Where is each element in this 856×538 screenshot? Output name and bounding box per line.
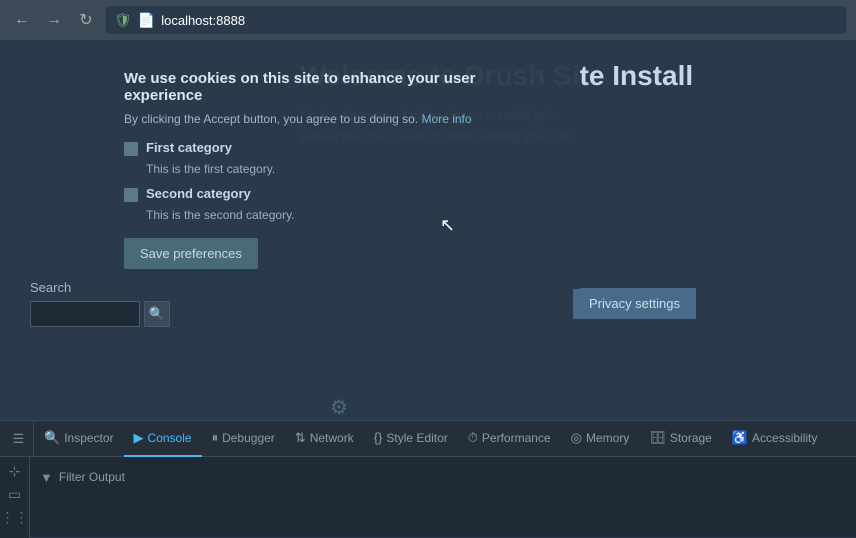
- devtools-content: ⊹ ▭ ⋮⋮ ▼ Filter Output: [0, 457, 856, 538]
- save-preferences-button[interactable]: Save preferences: [124, 238, 258, 269]
- first-category-row: First category: [124, 140, 556, 156]
- tab-inspector[interactable]: 🔍 Inspector: [34, 421, 124, 457]
- dt-more-icon[interactable]: ⋮⋮: [1, 509, 29, 526]
- console-icon: ▶: [134, 430, 144, 446]
- tab-performance[interactable]: ⏱ Performance: [458, 421, 561, 457]
- inspector-icon: 🔍: [44, 430, 60, 446]
- tab-console[interactable]: ▶ Console: [124, 421, 202, 457]
- gear-icon-area: ⚙: [330, 395, 348, 420]
- browser-chrome: ← → ↻ 🛡 📄 localhost:8888: [0, 0, 856, 40]
- devtools-left-panel: ⊹ ▭ ⋮⋮: [0, 457, 30, 538]
- second-category-row: Second category: [124, 186, 556, 202]
- tab-accessibility[interactable]: ♿ Accessibility: [722, 421, 828, 457]
- page-icon: 📄: [138, 12, 155, 29]
- forward-button[interactable]: →: [42, 8, 66, 32]
- tab-style-editor[interactable]: {} Style Editor: [364, 421, 458, 457]
- filter-icon: ▼: [40, 470, 53, 485]
- memory-icon: ◎: [571, 430, 582, 446]
- dt-box-icon[interactable]: ▭: [8, 486, 21, 503]
- cookie-description: By clicking the Accept button, you agree…: [124, 112, 556, 126]
- performance-icon: ⏱: [468, 430, 478, 446]
- filter-output-label: Filter Output: [59, 470, 125, 484]
- accessibility-icon: ♿: [732, 430, 748, 446]
- back-button[interactable]: ←: [10, 8, 34, 32]
- address-bar[interactable]: 🛡 📄 localhost:8888: [106, 6, 846, 34]
- style-editor-icon: {}: [374, 430, 383, 445]
- cookie-banner: We use cookies on this site to enhance y…: [100, 50, 580, 289]
- second-category-desc: This is the second category.: [146, 208, 556, 222]
- first-category-checkbox[interactable]: [124, 142, 138, 156]
- tab-storage[interactable]: 🗄 Storage: [639, 421, 722, 457]
- filter-bar: ▼ Filter Output: [40, 463, 846, 491]
- devtools-expand-icon[interactable]: ☰: [13, 431, 25, 447]
- security-icon: 🛡: [114, 12, 132, 29]
- page-content-area: Search 🔍 Welcome to Drush Site Install N…: [0, 40, 856, 420]
- tab-debugger[interactable]: ⏸ Debugger: [202, 421, 285, 457]
- reload-button[interactable]: ↻: [74, 8, 98, 32]
- network-icon: ⇅: [295, 430, 306, 446]
- first-category-desc: This is the first category.: [146, 162, 556, 176]
- cookie-title: We use cookies on this site to enhance y…: [124, 70, 556, 104]
- tab-network[interactable]: ⇅ Network: [285, 421, 364, 457]
- storage-icon: 🗄: [649, 430, 666, 446]
- dt-cursor-icon[interactable]: ⊹: [9, 463, 21, 480]
- debugger-icon: ⏸: [212, 430, 219, 446]
- devtools-main-content: ▼ Filter Output: [30, 457, 856, 538]
- second-category-checkbox[interactable]: [124, 188, 138, 202]
- url-text: localhost:8888: [161, 13, 838, 28]
- cursor: ↖: [440, 215, 455, 236]
- tab-memory[interactable]: ◎ Memory: [561, 421, 640, 457]
- devtools-tabs-bar: ☰ 🔍 Inspector ▶ Console ⏸ Debugger ⇅ Net…: [0, 421, 856, 457]
- gear-icon: ⚙: [330, 397, 348, 419]
- devtools-panel: ☰ 🔍 Inspector ▶ Console ⏸ Debugger ⇅ Net…: [0, 420, 856, 537]
- privacy-settings-button[interactable]: Privacy settings: [573, 288, 696, 319]
- more-info-link[interactable]: More info: [422, 112, 472, 126]
- first-category-label: First category: [146, 140, 232, 155]
- second-category-label: Second category: [146, 186, 251, 201]
